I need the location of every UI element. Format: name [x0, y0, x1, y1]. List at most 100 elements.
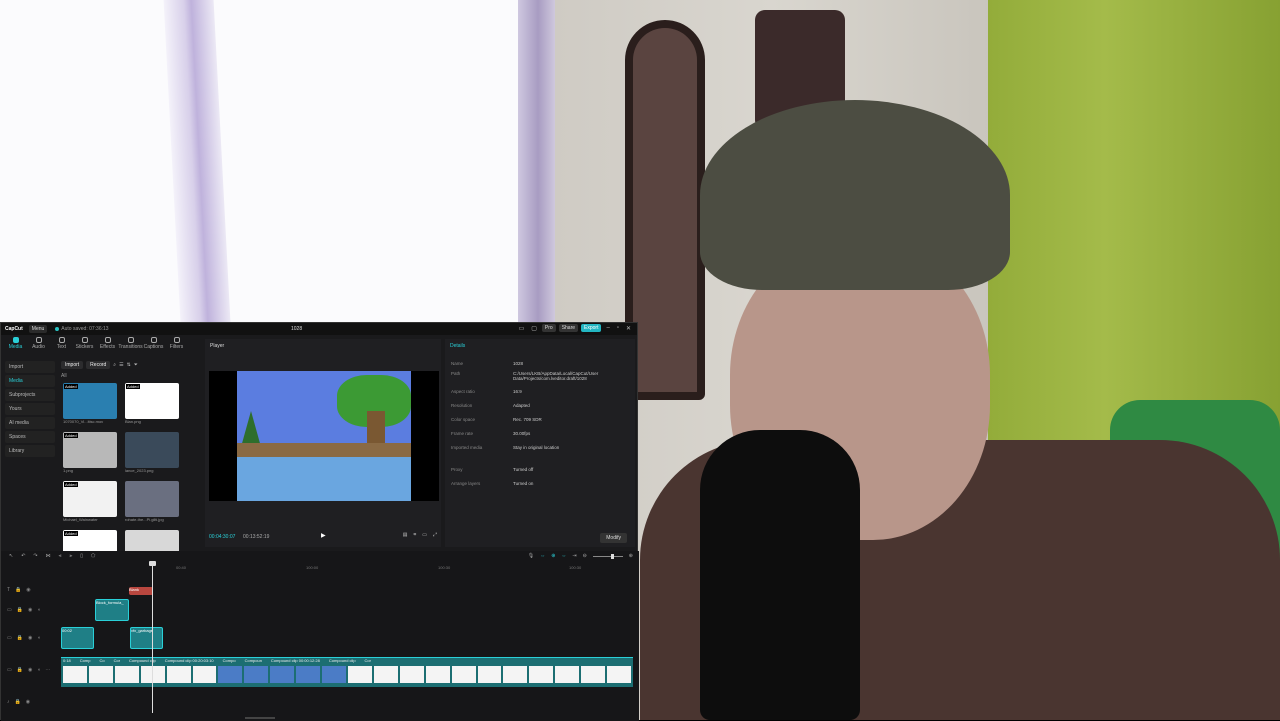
- redo-icon[interactable]: ↷: [33, 553, 37, 559]
- player-screen[interactable]: [209, 371, 439, 501]
- pro-button[interactable]: Pro: [541, 324, 556, 332]
- sidebar-item-media[interactable]: Media: [5, 375, 55, 387]
- media-thumbnail[interactable]: [125, 481, 179, 517]
- media-thumbnail[interactable]: [125, 432, 179, 468]
- tool-text[interactable]: Text: [51, 337, 72, 355]
- audio-icon[interactable]: ◖: [37, 607, 40, 613]
- lock-icon[interactable]: 🔒: [15, 699, 21, 705]
- playhead[interactable]: [149, 561, 156, 713]
- compound-clip-label[interactable]: 0:18: [63, 658, 71, 665]
- snap-icon[interactable]: ⇔: [561, 553, 566, 559]
- eye-icon[interactable]: ◉: [28, 607, 32, 613]
- split-right-icon[interactable]: ⫸: [69, 553, 72, 559]
- split-left-icon[interactable]: ⫷: [59, 553, 62, 559]
- compound-clip-label[interactable]: Cor: [114, 658, 120, 665]
- compound-clip-label[interactable]: Compound clip: [329, 658, 356, 665]
- tool-media[interactable]: Media: [5, 337, 26, 355]
- lock-icon[interactable]: 🔒: [17, 635, 23, 641]
- zoom-in-icon[interactable]: ⊕: [629, 553, 633, 559]
- cover-icon[interactable]: ⋯: [45, 667, 50, 673]
- ratio-icon[interactable]: ▭: [422, 532, 427, 538]
- minimize-icon[interactable]: –: [604, 325, 611, 331]
- close-icon[interactable]: ✕: [624, 325, 633, 332]
- overlay-clip[interactable]: vfx_garbage: [130, 627, 163, 649]
- maximize-icon[interactable]: ▫: [615, 325, 621, 331]
- sidebar-item-yours[interactable]: Yours: [5, 403, 55, 415]
- lock-icon[interactable]: 🔒: [17, 667, 23, 673]
- layout-icon[interactable]: ▭: [517, 325, 527, 332]
- sort-icon[interactable]: ⇅: [127, 362, 131, 368]
- undo-icon[interactable]: ↶: [21, 553, 25, 559]
- modify-button[interactable]: Modify: [600, 533, 627, 543]
- search-icon[interactable]: ⌕: [113, 362, 116, 368]
- media-thumbnail[interactable]: Added: [63, 432, 117, 468]
- lock-icon[interactable]: 🔒: [15, 587, 21, 593]
- detail-key: Frame rate: [451, 431, 474, 436]
- sidebar-item-import[interactable]: Import: [5, 361, 55, 373]
- sidebar-item-library[interactable]: Library: [5, 445, 55, 457]
- play-icon[interactable]: ▶: [321, 532, 326, 539]
- eye-icon[interactable]: ◉: [26, 587, 30, 593]
- eye-icon[interactable]: ◉: [28, 667, 32, 673]
- crop-icon[interactable]: ⌗: [413, 532, 416, 538]
- audio-icon[interactable]: ◖: [37, 667, 40, 673]
- lock-icon[interactable]: 🔒: [17, 607, 23, 613]
- record-button[interactable]: Record: [86, 361, 111, 369]
- media-thumbnail[interactable]: Added: [125, 383, 179, 419]
- delete-icon[interactable]: ▯: [80, 553, 83, 559]
- magnet-icon[interactable]: ⊕: [551, 553, 555, 559]
- compound-clip-label[interactable]: Compound clip 00:20:03:10: [165, 658, 214, 665]
- compound-clip-label[interactable]: Cor: [365, 658, 371, 665]
- fullscreen-icon[interactable]: ⤢: [433, 532, 437, 538]
- overlay-clip[interactable]: Block_formula_: [95, 599, 129, 621]
- tool-filters[interactable]: Filters: [166, 337, 187, 355]
- media-item[interactable]: lance_2023.png: [125, 432, 179, 479]
- sidebar-item-subprojects[interactable]: Subprojects: [5, 389, 55, 401]
- tool-audio[interactable]: Audio: [28, 337, 49, 355]
- media-item[interactable]: Added Michael_Wainwater: [63, 481, 117, 528]
- menu-button[interactable]: Menu: [28, 325, 48, 333]
- media-item[interactable]: Added 1.png: [63, 432, 117, 479]
- timeline-scrollbar[interactable]: [245, 717, 275, 719]
- compound-clip-label[interactable]: Comp: [80, 658, 91, 665]
- split-icon[interactable]: ⋈: [46, 553, 51, 559]
- zoom-handle[interactable]: [610, 553, 614, 559]
- zoom-out-icon[interactable]: ⊖: [583, 553, 587, 559]
- select-icon[interactable]: ↖: [9, 553, 13, 559]
- tool-transitions[interactable]: Transitions: [118, 337, 143, 355]
- media-item[interactable]: Added Blan.png: [125, 383, 179, 430]
- overlay-clip[interactable]: 00:02: [61, 627, 94, 649]
- view-icon[interactable]: ☰: [119, 362, 123, 368]
- sidebar-item-spaces[interactable]: Spaces: [5, 431, 55, 443]
- export-button[interactable]: Export: [581, 324, 602, 332]
- import-button[interactable]: Import: [61, 361, 84, 369]
- link-icon[interactable]: ⇔: [540, 553, 545, 559]
- time-ruler[interactable]: 00:40 100:00 100:30 100:30: [61, 565, 639, 573]
- filter-all[interactable]: All: [61, 373, 201, 379]
- zoom-slider[interactable]: [592, 553, 623, 559]
- eye-icon[interactable]: ◉: [26, 699, 30, 705]
- media-item[interactable]: rohate-the...Pi.gilti.jpg: [125, 481, 179, 528]
- media-thumbnail[interactable]: Added: [63, 481, 117, 517]
- compound-clip-label[interactable]: Compound clip 00:00:12:28: [271, 658, 320, 665]
- compound-clip-label[interactable]: Compoun: [245, 658, 262, 665]
- audio-icon[interactable]: ◖: [37, 635, 40, 641]
- quality-icon[interactable]: ▤: [403, 532, 408, 538]
- monitor-icon[interactable]: ▢: [529, 325, 539, 332]
- media-item[interactable]: Added 1070070_Vi...ltisc.mov: [63, 383, 117, 430]
- eye-icon[interactable]: ◉: [28, 635, 32, 641]
- main-video-track[interactable]: 0:18 Comp Co Cor Compound clip Compound clip …: [61, 657, 633, 687]
- tool-effects[interactable]: Effects: [97, 337, 118, 355]
- marker-icon[interactable]: ⬠: [91, 553, 95, 559]
- filter-icon[interactable]: ⏷: [134, 362, 138, 368]
- media-thumbnail[interactable]: Added: [63, 383, 117, 419]
- share-button[interactable]: Share: [558, 324, 579, 332]
- compound-clip-label[interactable]: Compo: [223, 658, 236, 665]
- tool-captions[interactable]: Captions: [143, 337, 164, 355]
- preview-axis-icon[interactable]: ⇥: [572, 553, 576, 559]
- mic-icon[interactable]: 🎙: [528, 553, 534, 559]
- compound-clip-label[interactable]: Co: [99, 658, 104, 665]
- text-clip[interactable]: Blank: [129, 587, 153, 595]
- sidebar-item-ai-media[interactable]: AI media: [5, 417, 55, 429]
- tool-stickers[interactable]: Stickers: [74, 337, 95, 355]
